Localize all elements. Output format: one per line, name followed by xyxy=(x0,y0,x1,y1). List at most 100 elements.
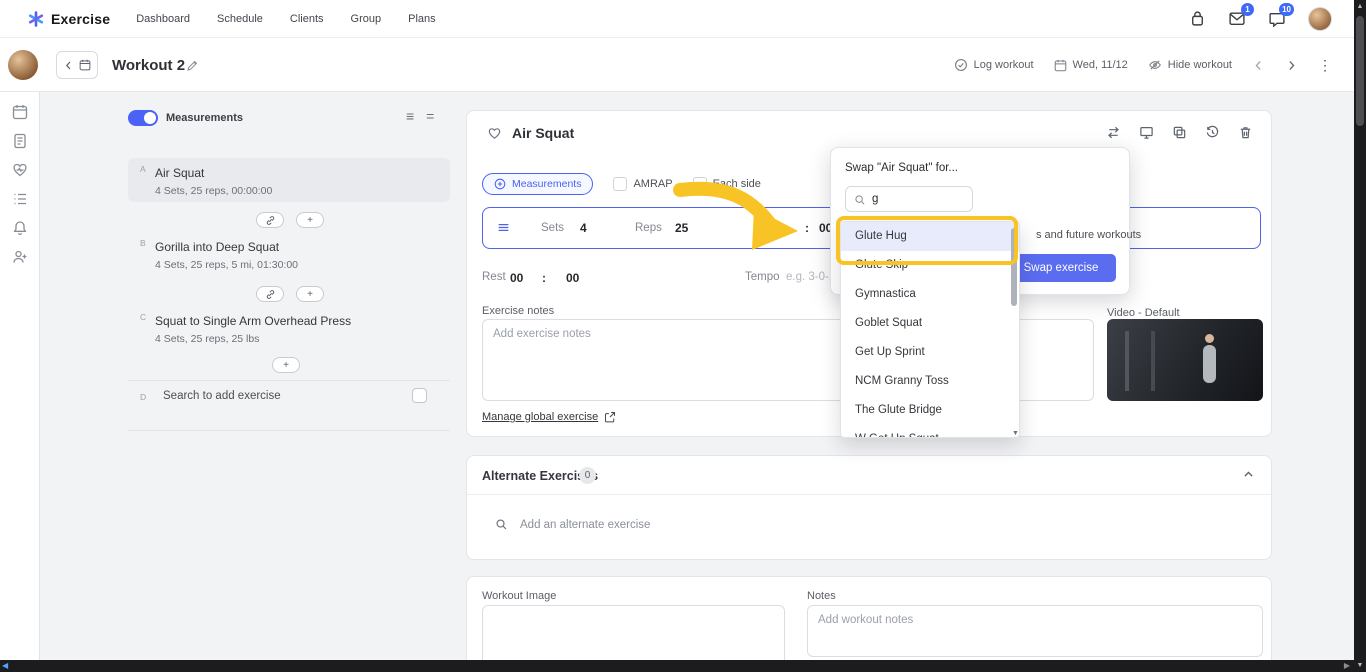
nav-group[interactable]: Group xyxy=(351,13,382,25)
add-alternate-exercise-input[interactable]: Add an alternate exercise xyxy=(495,518,650,531)
swap-search-input[interactable]: g xyxy=(845,186,973,212)
link-exercise-button[interactable] xyxy=(256,212,284,228)
rail-bell-icon[interactable] xyxy=(12,220,28,236)
dropdown-option-get-up-sprint[interactable]: Get Up Sprint xyxy=(841,338,1019,367)
next-workout-button[interactable] xyxy=(1285,59,1298,72)
scroll-left-arrow[interactable]: ◀ xyxy=(2,661,8,670)
swap-search-value: g xyxy=(872,193,879,205)
search-row-letter: D xyxy=(140,392,147,402)
nav-clients[interactable]: Clients xyxy=(290,13,324,25)
alternate-exercises-card: Alternate Exercises 0 Add an alternate e… xyxy=(466,455,1272,560)
add-exercise-button[interactable]: + xyxy=(272,357,300,373)
horizontal-scrollbar[interactable]: ◀ ▶ xyxy=(0,660,1354,672)
edit-title-icon[interactable] xyxy=(186,59,199,72)
search-to-add-exercise[interactable]: Search to add exercise xyxy=(163,390,281,402)
mail-icon[interactable]: 1 xyxy=(1228,3,1254,27)
log-workout-button[interactable]: Log workout xyxy=(954,58,1034,72)
favorite-heart-icon[interactable] xyxy=(487,126,502,141)
measurements-toggle-label: Measurements xyxy=(166,112,244,124)
nav-plans[interactable]: Plans xyxy=(408,13,436,25)
shopping-bag-icon[interactable] xyxy=(1189,10,1206,27)
client-avatar[interactable] xyxy=(8,50,38,80)
history-icon[interactable] xyxy=(1205,125,1220,140)
amrap-group: AMRAP xyxy=(613,177,673,191)
scroll-down-arrow[interactable]: ▼ xyxy=(1354,662,1366,669)
back-to-calendar-button[interactable] xyxy=(56,51,98,79)
each-side-checkbox[interactable] xyxy=(692,177,707,191)
alternate-count-badge: 0 xyxy=(579,467,596,484)
rail-heart-pulse-icon[interactable] xyxy=(12,162,28,178)
link-exercise-button[interactable] xyxy=(256,286,284,302)
amrap-checkbox[interactable] xyxy=(613,177,628,191)
add-exercise-button[interactable]: + xyxy=(296,212,324,228)
exercise-notes-label: Exercise notes xyxy=(482,305,555,317)
divider xyxy=(128,430,450,431)
rail-list-icon[interactable] xyxy=(12,191,28,207)
add-exercise-button[interactable]: + xyxy=(296,286,324,302)
superset-checkbox[interactable] xyxy=(412,388,427,403)
workout-header: Workout 2 Log workout Wed, 11/12 Hide wo… xyxy=(0,38,1354,92)
rail-user-plus-icon[interactable] xyxy=(12,249,28,265)
vertical-scrollbar[interactable]: ▲ ▼ xyxy=(1354,0,1366,672)
dropdown-option-the-glute-bridge[interactable]: The Glute Bridge xyxy=(841,396,1019,425)
dropdown-option-gymnastica[interactable]: Gymnastica xyxy=(841,280,1019,309)
hide-workout-button[interactable]: Hide workout xyxy=(1148,58,1232,72)
exercise-letter: A xyxy=(140,164,146,174)
scroll-up-arrow[interactable]: ▲ xyxy=(1354,3,1366,10)
copy-icon[interactable] xyxy=(1172,125,1187,140)
rest-sec-value[interactable]: 00 xyxy=(566,271,579,285)
divider xyxy=(128,380,450,381)
nav-schedule[interactable]: Schedule xyxy=(217,13,263,25)
workout-notes-input[interactable]: Add workout notes xyxy=(807,605,1263,657)
dropdown-option-goblet-squat[interactable]: Goblet Squat xyxy=(841,309,1019,338)
drag-handle-icon[interactable] xyxy=(497,221,510,234)
nav-dashboard[interactable]: Dashboard xyxy=(136,13,190,25)
user-avatar[interactable] xyxy=(1308,6,1332,31)
tempo-input[interactable]: e.g. 3-0-1 xyxy=(786,271,835,283)
exercise-item-a[interactable]: A Air Squat 4 Sets, 25 reps, 00:00:00 xyxy=(128,158,450,202)
swap-exercise-button[interactable]: Swap exercise xyxy=(1006,254,1116,282)
collapse-chevron-icon[interactable] xyxy=(1242,468,1255,481)
compact-view-icon[interactable]: = xyxy=(426,108,434,124)
future-workouts-checkbox-label[interactable]: s and future workouts xyxy=(1036,229,1141,241)
swap-exercise-icon[interactable] xyxy=(1106,125,1121,140)
monitor-icon[interactable] xyxy=(1139,125,1154,140)
rail-document-icon[interactable] xyxy=(12,133,28,149)
date-picker[interactable]: Wed, 11/12 xyxy=(1054,59,1128,72)
time-separator: : xyxy=(805,221,809,235)
dropdown-option-ncm-granny-toss[interactable]: NCM Granny Toss xyxy=(841,367,1019,396)
exercise-video-thumbnail[interactable] xyxy=(1107,319,1263,401)
sets-value[interactable]: 4 xyxy=(580,221,587,235)
dropdown-scrollbar[interactable] xyxy=(1010,224,1017,430)
exercise-item-c[interactable]: C Squat to Single Arm Overhead Press 4 S… xyxy=(128,306,450,350)
rail-calendar-icon[interactable] xyxy=(12,104,28,120)
scroll-right-arrow[interactable]: ▶ xyxy=(1344,661,1350,670)
rest-min-value[interactable]: 00 xyxy=(510,271,523,285)
date-label: Wed, 11/12 xyxy=(1072,59,1128,71)
workout-builder-app: Exercise Dashboard Schedule Clients Grou… xyxy=(0,0,1366,672)
expanded-view-icon[interactable]: ≡ xyxy=(406,108,414,124)
dropdown-option-glute-skip[interactable]: Glute Skip xyxy=(841,251,1019,280)
video-person-head xyxy=(1205,334,1214,343)
reps-value[interactable]: 25 xyxy=(675,221,688,235)
dropdown-option-glute-hug[interactable]: Glute Hug xyxy=(841,222,1019,251)
search-icon xyxy=(496,519,507,530)
manage-global-exercise-link[interactable]: Manage global exercise xyxy=(482,411,616,423)
dropdown-scroll-down-arrow[interactable]: ▼ xyxy=(1012,430,1019,437)
swap-popup-title: Swap "Air Squat" for... xyxy=(845,162,958,174)
prev-workout-button[interactable] xyxy=(1252,59,1265,72)
measurements-toggle[interactable] xyxy=(128,110,158,126)
tempo-label: Tempo xyxy=(745,271,780,283)
hide-workout-label: Hide workout xyxy=(1167,59,1232,71)
delete-icon[interactable] xyxy=(1238,125,1253,140)
more-options-button[interactable]: ⋮ xyxy=(1318,57,1332,74)
dropdown-scroll-thumb[interactable] xyxy=(1011,228,1017,306)
app-logo[interactable]: Exercise xyxy=(28,11,110,27)
dropdown-option-clipped[interactable]: W Get Up Squat xyxy=(841,425,1019,437)
eye-off-icon xyxy=(1148,60,1161,70)
exercise-item-b[interactable]: B Gorilla into Deep Squat 4 Sets, 25 rep… xyxy=(128,232,450,276)
measurements-pill[interactable]: Measurements xyxy=(482,173,594,195)
vertical-scroll-thumb[interactable] xyxy=(1356,16,1364,126)
side-rail xyxy=(0,92,40,660)
chat-icon[interactable]: 10 xyxy=(1268,3,1294,27)
